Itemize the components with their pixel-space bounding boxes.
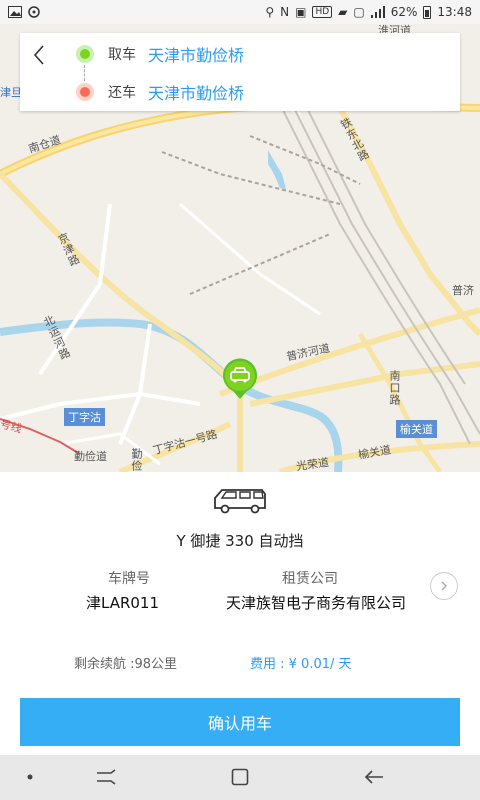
pickup-location[interactable]: 天津市勤俭桥: [148, 42, 244, 66]
recent-apps-icon: [97, 769, 116, 785]
route-divider: [84, 65, 85, 81]
map-label-nankou-road: 南口路: [388, 370, 401, 406]
status-time: 13:48: [437, 5, 472, 19]
return-row[interactable]: 还车 天津市勤俭桥: [76, 80, 244, 104]
company-label: 租赁公司: [282, 571, 338, 587]
back-button[interactable]: [28, 43, 52, 67]
status-right: ⚲ N ▣ HD ▰ ▢ 62% 13:48: [265, 5, 472, 19]
map-label-jin: 津旦: [0, 86, 22, 99]
pickup-label: 取车: [108, 47, 136, 63]
return-dot-icon: [76, 83, 94, 101]
plate-number: 津LAR011: [86, 594, 160, 612]
next-car-button[interactable]: [430, 572, 458, 600]
nfc-icon: N: [280, 5, 290, 19]
nav-dot-button[interactable]: [24, 765, 36, 789]
plate-label: 车牌号: [108, 571, 150, 587]
status-left: [8, 6, 40, 18]
location-icon: ⚲: [265, 5, 275, 19]
signal-icon: [370, 6, 385, 18]
map-label-pu: 普济: [452, 284, 474, 297]
recent-apps-button[interactable]: [94, 765, 118, 789]
home-button[interactable]: [228, 765, 252, 789]
car-marker-icon: [223, 358, 257, 399]
back-nav-button[interactable]: [362, 765, 386, 789]
rental-fee: 费用 : ¥ 0.01/ 天: [250, 657, 352, 672]
map-label-yuguan-badge: 榆关道: [396, 420, 437, 438]
map-label-qinjian-bridge: 勤俭道: [74, 450, 107, 463]
vibrate-icon: ▣: [295, 5, 307, 19]
map-label-guangrong-road: 光荣道: [295, 455, 330, 472]
return-label: 还车: [108, 85, 136, 101]
dot-icon: [27, 774, 33, 780]
back-arrow-icon: [364, 770, 383, 784]
map-label-qinjian-road: 勤俭道: [130, 448, 143, 472]
pickup-dot-icon: [76, 45, 94, 63]
remaining-range: 剩余续航 :98公里: [74, 657, 178, 672]
sync-icon: [28, 6, 40, 18]
car-info-panel: Y 御捷 330 自动挡 车牌号 津LAR011 租赁公司 天津族智电子商务有限…: [0, 472, 480, 755]
map-label-dingzigu: 丁字沽: [64, 408, 105, 426]
van-icon: [214, 489, 266, 514]
sim-icon: ▢: [353, 5, 365, 19]
image-icon: [8, 6, 22, 18]
chevron-left-icon: [33, 45, 44, 65]
pickup-row[interactable]: 取车 天津市勤俭桥: [76, 42, 244, 66]
status-bar: ⚲ N ▣ HD ▰ ▢ 62% 13:48: [0, 0, 480, 24]
car-location-marker[interactable]: [220, 357, 260, 401]
battery-percent: 62%: [390, 5, 418, 19]
message-icon: ▰: [338, 5, 348, 19]
system-nav-bar: [0, 755, 480, 800]
confirm-rental-button[interactable]: 确认用车: [20, 698, 460, 746]
car-model: Y 御捷 330 自动挡: [176, 532, 304, 550]
battery-icon: [423, 5, 432, 19]
location-card: 取车 天津市勤俭桥 还车 天津市勤俭桥: [20, 33, 460, 111]
return-location[interactable]: 天津市勤俭桥: [148, 80, 244, 104]
company-name: 天津族智电子商务有限公司: [225, 594, 406, 612]
home-square-icon: [231, 768, 249, 786]
chevron-right-icon: [441, 581, 447, 591]
hd-icon: HD: [312, 6, 333, 18]
